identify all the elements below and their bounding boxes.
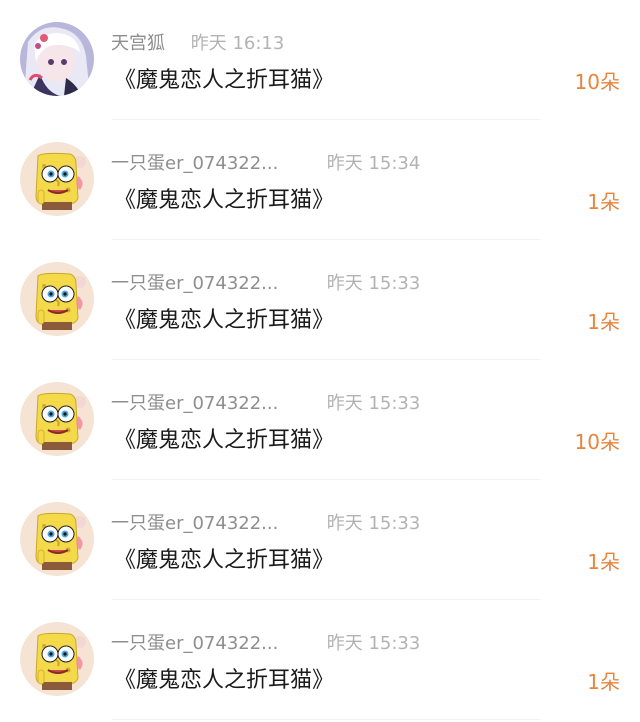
username[interactable]: 一只蛋er_074322... (111, 629, 301, 655)
list-item[interactable]: 一只蛋er_074322... 昨天 15:33 《魔鬼恋人之折耳猫》 1朵 (0, 600, 640, 720)
item-meta: 一只蛋er_074322... 昨天 15:33 (111, 629, 420, 655)
spongebob-icon (20, 622, 94, 696)
book-title[interactable]: 《魔鬼恋人之折耳猫》 (114, 542, 334, 574)
avatar[interactable] (20, 382, 94, 456)
timestamp: 昨天 16:13 (190, 33, 285, 54)
avatar[interactable] (20, 262, 94, 336)
avatar[interactable] (20, 622, 94, 696)
book-title[interactable]: 《魔鬼恋人之折耳猫》 (114, 302, 334, 334)
avatar[interactable] (20, 22, 94, 96)
item-meta: 天宫狐 昨天 16:13 (111, 29, 284, 55)
list-item[interactable]: 一只蛋er_074322... 昨天 15:34 《魔鬼恋人之折耳猫》 1朵 (0, 120, 640, 240)
username[interactable]: 一只蛋er_074322... (111, 269, 301, 295)
timestamp: 昨天 15:33 (326, 633, 421, 654)
timestamp: 昨天 15:34 (326, 153, 421, 174)
timestamp: 昨天 15:33 (326, 273, 421, 294)
item-meta: 一只蛋er_074322... 昨天 15:33 (111, 509, 420, 535)
spongebob-icon (20, 142, 94, 216)
item-meta: 一只蛋er_074322... 昨天 15:33 (111, 269, 420, 295)
flower-count: 1朵 (587, 550, 620, 574)
gift-record-list: 天宫狐 昨天 16:13 《魔鬼恋人之折耳猫》 10朵 一只蛋er_074322… (0, 0, 640, 720)
item-meta: 一只蛋er_074322... 昨天 15:33 (111, 389, 420, 415)
avatar[interactable] (20, 142, 94, 216)
username[interactable]: 一只蛋er_074322... (111, 389, 301, 415)
username[interactable]: 天宫狐 (111, 29, 165, 55)
flower-count: 1朵 (587, 670, 620, 694)
item-meta: 一只蛋er_074322... 昨天 15:34 (111, 149, 420, 175)
anime-character-icon (20, 22, 94, 96)
book-title[interactable]: 《魔鬼恋人之折耳猫》 (114, 662, 334, 694)
username[interactable]: 一只蛋er_074322... (111, 509, 301, 535)
timestamp: 昨天 15:33 (326, 513, 421, 534)
book-title[interactable]: 《魔鬼恋人之折耳猫》 (114, 422, 334, 454)
flower-count: 10朵 (574, 430, 620, 454)
flower-count: 1朵 (587, 310, 620, 334)
book-title[interactable]: 《魔鬼恋人之折耳猫》 (114, 182, 334, 214)
book-title[interactable]: 《魔鬼恋人之折耳猫》 (114, 62, 334, 94)
spongebob-icon (20, 382, 94, 456)
list-item[interactable]: 一只蛋er_074322... 昨天 15:33 《魔鬼恋人之折耳猫》 1朵 (0, 480, 640, 600)
list-item[interactable]: 天宫狐 昨天 16:13 《魔鬼恋人之折耳猫》 10朵 (0, 0, 640, 120)
spongebob-icon (20, 502, 94, 576)
flower-count: 10朵 (574, 70, 620, 94)
avatar[interactable] (20, 502, 94, 576)
list-item[interactable]: 一只蛋er_074322... 昨天 15:33 《魔鬼恋人之折耳猫》 1朵 (0, 240, 640, 360)
list-item[interactable]: 一只蛋er_074322... 昨天 15:33 《魔鬼恋人之折耳猫》 10朵 (0, 360, 640, 480)
username[interactable]: 一只蛋er_074322... (111, 149, 301, 175)
timestamp: 昨天 15:33 (326, 393, 421, 414)
spongebob-icon (20, 262, 94, 336)
flower-count: 1朵 (587, 190, 620, 214)
